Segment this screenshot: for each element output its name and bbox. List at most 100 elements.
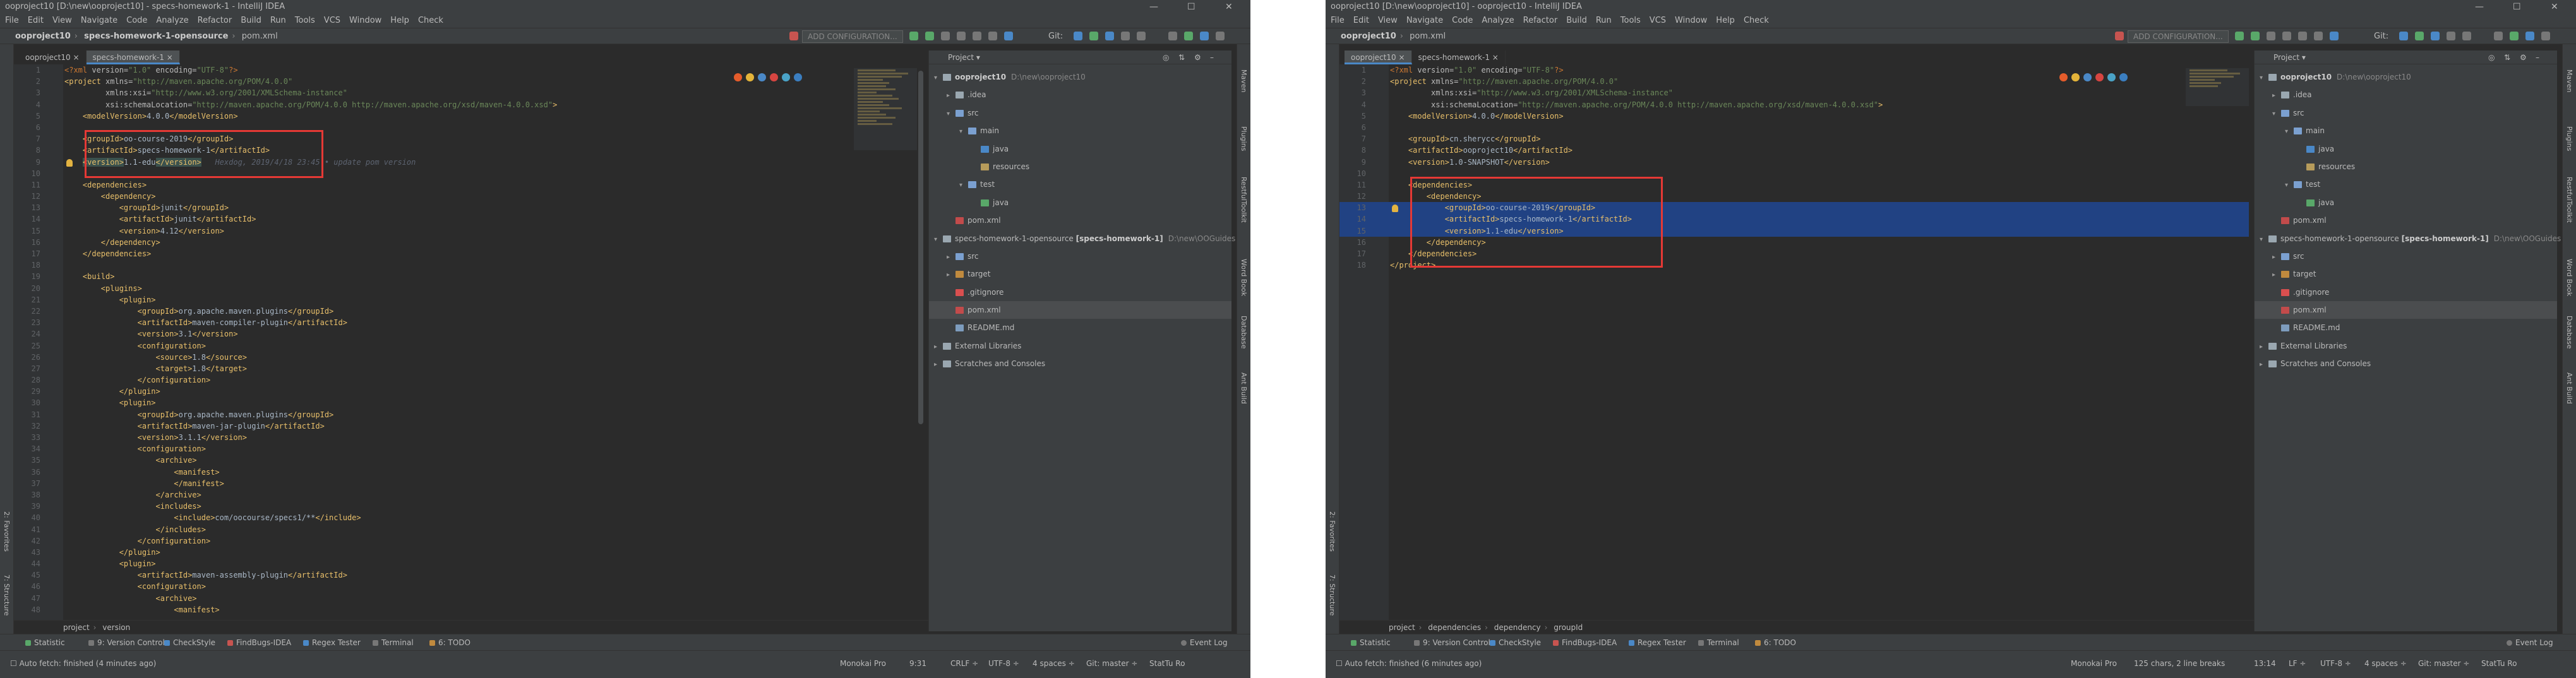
git-rollback-icon[interactable] xyxy=(1137,32,1146,40)
run-configuration-button[interactable]: ADD CONFIGURATION... xyxy=(802,30,903,43)
status-memory[interactable]: StatTu Ro xyxy=(2481,657,2517,670)
restful-toolkit-tool[interactable]: RestfulToolkit xyxy=(1240,177,1248,223)
tool-todo[interactable]: 6: TODO xyxy=(1755,634,1796,651)
tab-close-icon[interactable]: × xyxy=(167,53,173,62)
tool-event-log[interactable]: Event Log xyxy=(2507,634,2553,651)
attach-debugger-icon[interactable] xyxy=(988,32,997,40)
code-editor[interactable]: 1 <?xml version="1.0" encoding="UTF-8"?> … xyxy=(14,64,923,620)
chrome-icon[interactable] xyxy=(2071,73,2080,81)
layout-icon[interactable] xyxy=(1200,32,1209,40)
tool-terminal[interactable]: Terminal xyxy=(373,634,414,651)
git-rollback-icon[interactable] xyxy=(2462,32,2471,40)
edge-icon[interactable] xyxy=(794,73,802,81)
tree-node-gitignore[interactable]: .gitignore xyxy=(2255,283,2557,301)
build-hammer-icon[interactable] xyxy=(789,32,798,40)
tool-regex-tester[interactable]: Regex Tester xyxy=(303,634,361,651)
tree-node-pom[interactable]: pom.xml xyxy=(2255,211,2557,229)
word-book-tool[interactable]: Word Book xyxy=(1240,259,1248,296)
attach-debugger-icon[interactable] xyxy=(2314,32,2323,40)
status-plugin[interactable]: Monokai Pro xyxy=(2071,657,2117,670)
menu-run[interactable]: Run xyxy=(270,14,286,28)
tree-node-readme[interactable]: README.md xyxy=(2255,319,2557,336)
status-message[interactable]: ☐ Auto fetch: finished (4 minutes ago) xyxy=(10,657,156,670)
maximize-icon[interactable]: ☐ xyxy=(1187,0,1195,14)
status-selection-info[interactable]: 125 chars, 2 line breaks xyxy=(2134,657,2225,670)
close-icon[interactable]: ✕ xyxy=(2551,0,2558,14)
git-history-icon[interactable] xyxy=(1121,32,1130,40)
favorites-tool[interactable]: 2: Favorites xyxy=(1328,511,1336,552)
tool-todo[interactable]: 6: TODO xyxy=(429,634,470,651)
lightbulb-icon[interactable] xyxy=(1392,205,1398,212)
menu-tools[interactable]: Tools xyxy=(1620,14,1641,28)
status-git-branch[interactable]: Git: master ÷ xyxy=(1086,657,1137,670)
project-panel-title[interactable]: Project xyxy=(2273,53,2299,62)
tree-node-src[interactable]: ▸ src xyxy=(2255,247,2557,265)
status-message[interactable]: ☐ Auto fetch: finished (6 minutes ago) xyxy=(1336,657,1482,670)
tool-version-control[interactable]: 9: Version Control xyxy=(88,634,165,651)
tool-checkstyle[interactable]: CheckStyle xyxy=(1490,634,1541,651)
tree-node-java[interactable]: java xyxy=(929,140,1231,158)
breadcrumb-item[interactable]: dependency xyxy=(1494,623,1541,632)
tab-specs-homework-1[interactable]: specs-homework-1 × xyxy=(1412,51,1506,64)
ant-build-tool[interactable]: Ant Build xyxy=(1240,372,1248,404)
debug-icon[interactable] xyxy=(2251,32,2260,40)
status-indent[interactable]: 4 spaces ÷ xyxy=(1033,657,1075,670)
tree-node-main[interactable]: ▾ main xyxy=(2255,122,2557,140)
menu-refactor[interactable]: Refactor xyxy=(198,14,232,28)
menu-check[interactable]: Check xyxy=(418,14,443,28)
tree-node-resources[interactable]: resources xyxy=(929,158,1231,175)
menu-edit[interactable]: Edit xyxy=(1353,14,1369,28)
tree-node-src[interactable]: ▾ src xyxy=(929,104,1231,122)
firefox-icon[interactable] xyxy=(734,73,742,81)
collapse-all-icon[interactable]: ⇅ xyxy=(1178,51,1185,64)
menu-build[interactable]: Build xyxy=(1566,14,1587,28)
run-icon[interactable] xyxy=(909,32,918,40)
search-everywhere-icon[interactable] xyxy=(1216,32,1225,40)
tree-node-main[interactable]: ▾ main xyxy=(929,122,1231,140)
hide-panel-icon[interactable]: – xyxy=(2536,51,2539,64)
locate-icon[interactable]: ◎ xyxy=(1163,51,1169,64)
locate-icon[interactable]: ◎ xyxy=(2488,51,2495,64)
menu-build[interactable]: Build xyxy=(241,14,261,28)
tree-node-src[interactable]: ▾ src xyxy=(2255,104,2557,122)
settings-sync-icon[interactable] xyxy=(1004,32,1013,40)
tab-ooproject10[interactable]: ooproject10 × xyxy=(1345,51,1412,64)
menu-code[interactable]: Code xyxy=(126,14,147,28)
tree-node-test-java[interactable]: java xyxy=(2255,194,2557,211)
git-commit-icon[interactable] xyxy=(2415,32,2424,40)
tree-node-test[interactable]: ▾ test xyxy=(929,175,1231,193)
minimize-icon[interactable]: — xyxy=(2475,0,2484,14)
tree-node-pom-selected[interactable]: pom.xml xyxy=(2255,301,2557,319)
git-push-icon[interactable] xyxy=(1105,32,1114,40)
nav-root[interactable]: ooproject10 xyxy=(15,32,71,41)
structure-tool[interactable]: 7: Structure xyxy=(1328,574,1336,616)
menu-help[interactable]: Help xyxy=(1716,14,1735,28)
search-everywhere-icon[interactable] xyxy=(2541,32,2550,40)
tool-terminal[interactable]: Terminal xyxy=(1698,634,1739,651)
menu-window[interactable]: Window xyxy=(1675,14,1707,28)
git-update-icon[interactable] xyxy=(2399,32,2408,40)
run-configuration-button[interactable]: ADD CONFIGURATION... xyxy=(2128,30,2229,43)
tree-node-specs-module[interactable]: ▾ specs-homework-1-opensource [specs-home… xyxy=(2255,230,2561,247)
tree-node-resources[interactable]: resources xyxy=(2255,158,2557,175)
project-panel-title[interactable]: Project xyxy=(948,53,974,62)
build-hammer-icon[interactable] xyxy=(2115,32,2124,40)
menu-vcs[interactable]: VCS xyxy=(1650,14,1666,28)
status-git-branch[interactable]: Git: master ÷ xyxy=(2418,657,2469,670)
tool-statistic[interactable]: Statistic xyxy=(25,634,65,651)
structure-tool[interactable]: 7: Structure xyxy=(3,574,11,616)
status-caret-position[interactable]: 9:31 xyxy=(909,657,926,670)
collapse-all-icon[interactable]: ⇅ xyxy=(2504,51,2510,64)
status-line-separator[interactable]: LF ÷ xyxy=(2289,657,2306,670)
database-tool[interactable]: Database xyxy=(2565,316,2573,349)
tree-node-test[interactable]: ▾ test xyxy=(2255,175,2557,193)
status-memory[interactable]: StatTu Ro xyxy=(1149,657,1185,670)
nav-file[interactable]: pom.xml xyxy=(242,32,278,41)
safari-icon[interactable] xyxy=(782,73,790,81)
project-structure-icon[interactable] xyxy=(1168,32,1177,40)
coverage-icon[interactable] xyxy=(941,32,950,40)
tab-close-icon[interactable]: × xyxy=(1398,53,1405,62)
tree-node-external-libraries[interactable]: ▸ External Libraries xyxy=(2255,337,2557,355)
tree-node-scratches[interactable]: ▸ Scratches and Consoles xyxy=(2255,355,2557,372)
ie-icon[interactable] xyxy=(2083,73,2092,81)
